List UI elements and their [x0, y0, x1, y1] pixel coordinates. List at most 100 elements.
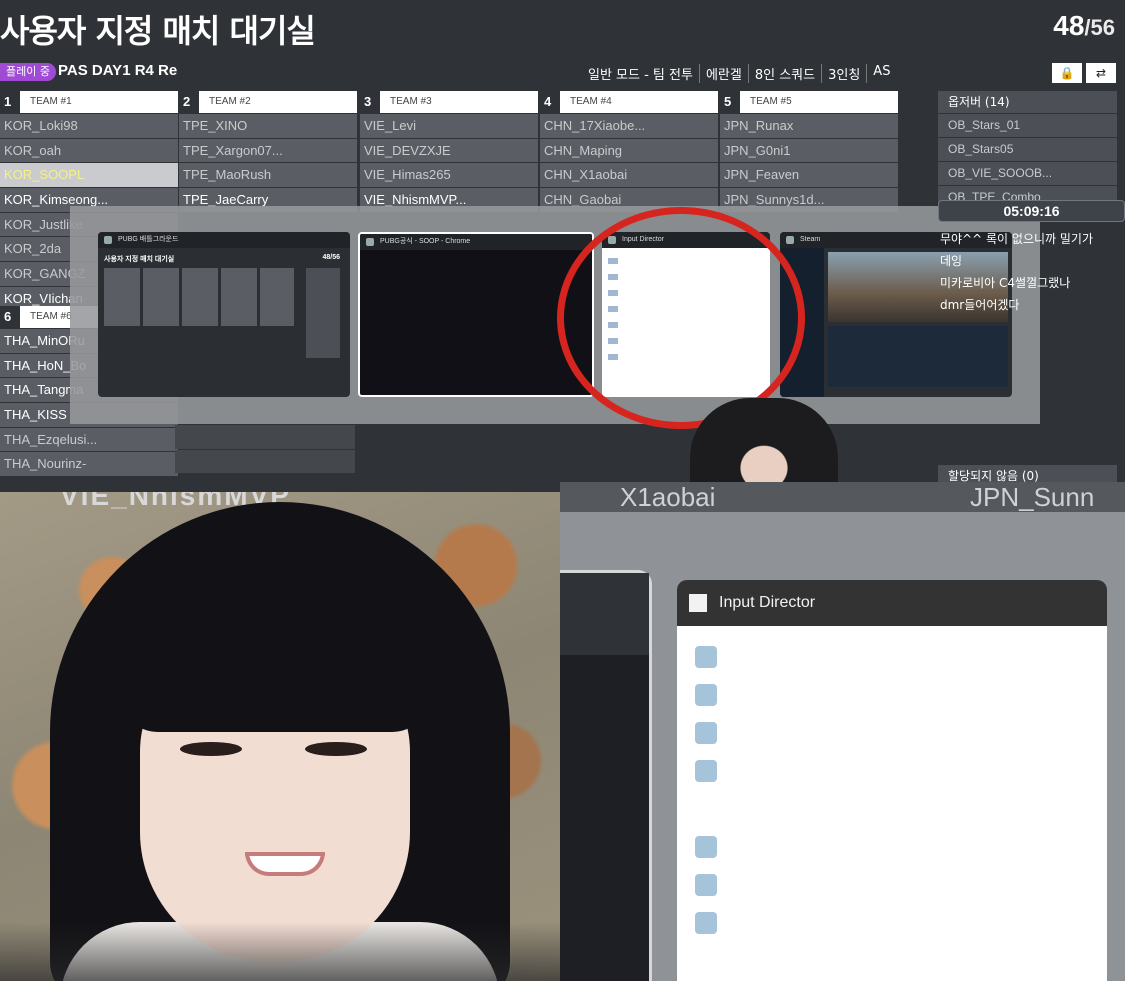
player-slot-highlighted[interactable]: KOR_SOOPL	[0, 163, 178, 188]
empty-slots	[175, 424, 355, 474]
window-title-text: Steam	[800, 236, 821, 243]
edit-icon[interactable]	[695, 874, 717, 896]
match-lobby: 사용자 지정 매치 대기실 48/56 플레이 중 PAS DAY1 R4 Re…	[0, 0, 1125, 492]
setting-map: 에란겔	[700, 64, 749, 83]
team-label: TEAM #3	[390, 96, 432, 107]
empty-slot[interactable]	[175, 449, 355, 474]
player-slot[interactable]: KOR_oah	[0, 138, 178, 163]
observer-slot[interactable]: OB_Stars05	[938, 138, 1117, 161]
team-card: 2 TEAM #2 TPE_XINO TPE_Xargon07... TPE_Ma…	[179, 91, 357, 212]
player-count-total: /56	[1084, 15, 1115, 40]
chat-message: 데잉	[940, 254, 963, 268]
zoomed-crop: X1aobai JPN_Sunn Input Director	[560, 482, 1125, 981]
window-title-text: PUBG 배틀그라운드	[118, 236, 179, 243]
window-title-text: PUBG공식 - SOOP - Chrome	[380, 238, 471, 245]
steam-content	[828, 326, 1008, 387]
team-label: TEAM #4	[570, 96, 612, 107]
swap-icon[interactable]: ⇄	[1086, 63, 1116, 83]
team-label: TEAM #2	[209, 96, 251, 107]
bottom-shade	[0, 922, 560, 981]
team-number: 2	[179, 91, 199, 113]
player-slot[interactable]: THA_Nourinz-	[0, 452, 178, 477]
smile	[245, 852, 325, 876]
player-slot[interactable]: JPN_Runax	[720, 114, 898, 138]
player-count: 48/56	[1053, 10, 1115, 42]
chat-overlay: 무야^^ 록이 없으니까 밀기가 데잉 미카로비아 C4썰껄그랬나 dmr들어어…	[940, 228, 1125, 316]
webcam-view: VIE_NhismMVP	[0, 492, 560, 981]
page-title: 사용자 지정 매치 대기실	[0, 12, 316, 50]
team-number: 4	[540, 91, 560, 113]
player-slot[interactable]: JPN_G0ni1	[720, 138, 898, 163]
player-slot[interactable]: THA_Ezqelusi...	[0, 427, 178, 452]
player-slot[interactable]: VIE_DEVZXJE	[360, 138, 538, 163]
mini-title: 사용자 지정 매치 대기실	[104, 256, 175, 263]
team-label: TEAM #5	[750, 96, 792, 107]
match-name: PAS DAY1 R4 Re	[58, 62, 178, 79]
shield-icon[interactable]	[695, 836, 717, 858]
steam-icon	[786, 236, 794, 244]
observer-slot[interactable]: OB_VIE_SOOOB...	[938, 162, 1117, 185]
player-slot[interactable]: TPE_MaoRush	[179, 163, 357, 188]
red-circle-annotation	[557, 207, 805, 429]
window-title: PUBG 배틀그라운드	[98, 232, 350, 248]
zoom-input-director-window: Input Director	[677, 580, 1107, 981]
chrome-tabs	[560, 573, 649, 655]
lock-icon[interactable]: 🔒	[1052, 63, 1082, 83]
team-card: 4 TEAM #4 CHN_17Xiaobe... CHN_Maping CHN_…	[540, 91, 718, 212]
window-preview: 사용자 지정 매치 대기실 48/56	[104, 254, 344, 389]
window-title-text: Input Director	[719, 594, 816, 611]
player-slot[interactable]: VIE_Levi	[360, 114, 538, 138]
team-card: 5 TEAM #5 JPN_Runax JPN_G0ni1 JPN_Feaven …	[720, 91, 898, 212]
mini-observer-panel	[306, 268, 340, 358]
team-number: 3	[360, 91, 380, 113]
input-director-icon	[689, 594, 707, 612]
mini-team-grid	[104, 268, 294, 326]
player-slot[interactable]: CHN_Maping	[540, 138, 718, 163]
player-slot[interactable]: TPE_Xargon07...	[179, 138, 357, 163]
setting-mode: 일반 모드 - 팀 전투	[588, 64, 700, 83]
team-card: 3 TEAM #3 VIE_Levi VIE_DEVZXJE VIE_Himas2…	[360, 91, 538, 212]
chat-message: dmr들어어겠다	[940, 298, 1020, 312]
task-switcher: PUBG 배틀그라운드 사용자 지정 매치 대기실 48/56 PUBG공식 -…	[70, 206, 1040, 424]
setting-region: AS	[873, 64, 891, 79]
team-number: 6	[0, 306, 20, 328]
monitor-icon[interactable]	[695, 760, 717, 782]
chat-message: 무야^^ 록이 없으니까 밀기가	[940, 232, 1093, 246]
window-title: Input Director	[677, 580, 1107, 626]
player-slot[interactable]: VIE_Himas265	[360, 163, 538, 188]
empty-slot[interactable]	[175, 425, 355, 449]
status-badge: 플레이 중	[0, 63, 56, 81]
match-settings: 일반 모드 - 팀 전투 에란겔 8인 스쿼드 3인칭 AS	[588, 64, 896, 83]
streamer-head-top	[690, 398, 838, 492]
window-thumb-pubg[interactable]: PUBG 배틀그라운드 사용자 지정 매치 대기실 48/56	[98, 232, 350, 397]
stream-timer: 05:09:16	[938, 200, 1125, 222]
window-title: PUBG공식 - SOOP - Chrome	[360, 234, 592, 250]
team-number: 1	[0, 91, 20, 113]
player-slot[interactable]: TPE_XINO	[179, 114, 357, 138]
setting-squad: 8인 스쿼드	[749, 64, 823, 83]
observer-slot[interactable]: OB_Stars_01	[938, 114, 1117, 137]
zoom-top-left-text: X1aobai	[620, 482, 716, 512]
mini-count: 48/56	[322, 254, 340, 261]
zoom-chrome-window	[560, 570, 652, 981]
window-body	[677, 626, 1107, 981]
left-eye	[180, 742, 242, 756]
chrome-icon	[366, 238, 374, 246]
player-slot[interactable]: CHN_X1aobai	[540, 163, 718, 188]
chat-message: 미카로비아 C4썰껄그랬나	[940, 276, 1071, 290]
player-slot[interactable]: JPN_Feaven	[720, 163, 898, 188]
network-icon[interactable]	[695, 684, 717, 706]
mouse-icon[interactable]	[695, 722, 717, 744]
player-count-value: 48	[1053, 10, 1085, 41]
observer-header: 옵저버 (14)	[938, 91, 1117, 113]
player-slot[interactable]: CHN_17Xiaobe...	[540, 114, 718, 138]
right-eye	[305, 742, 367, 756]
observer-panel: 옵저버 (14) OB_Stars_01 OB_Stars05 OB_VIE_S…	[938, 91, 1117, 209]
player-slot[interactable]: KOR_Loki98	[0, 114, 178, 138]
zoom-top-right-text: JPN_Sunn	[970, 482, 1095, 512]
pubg-icon	[104, 236, 112, 244]
home-icon[interactable]	[695, 646, 717, 668]
team-label: TEAM #1	[30, 96, 72, 107]
zoom-top-strip: X1aobai JPN_Sunn	[560, 482, 1125, 512]
globe-icon[interactable]	[695, 912, 717, 934]
